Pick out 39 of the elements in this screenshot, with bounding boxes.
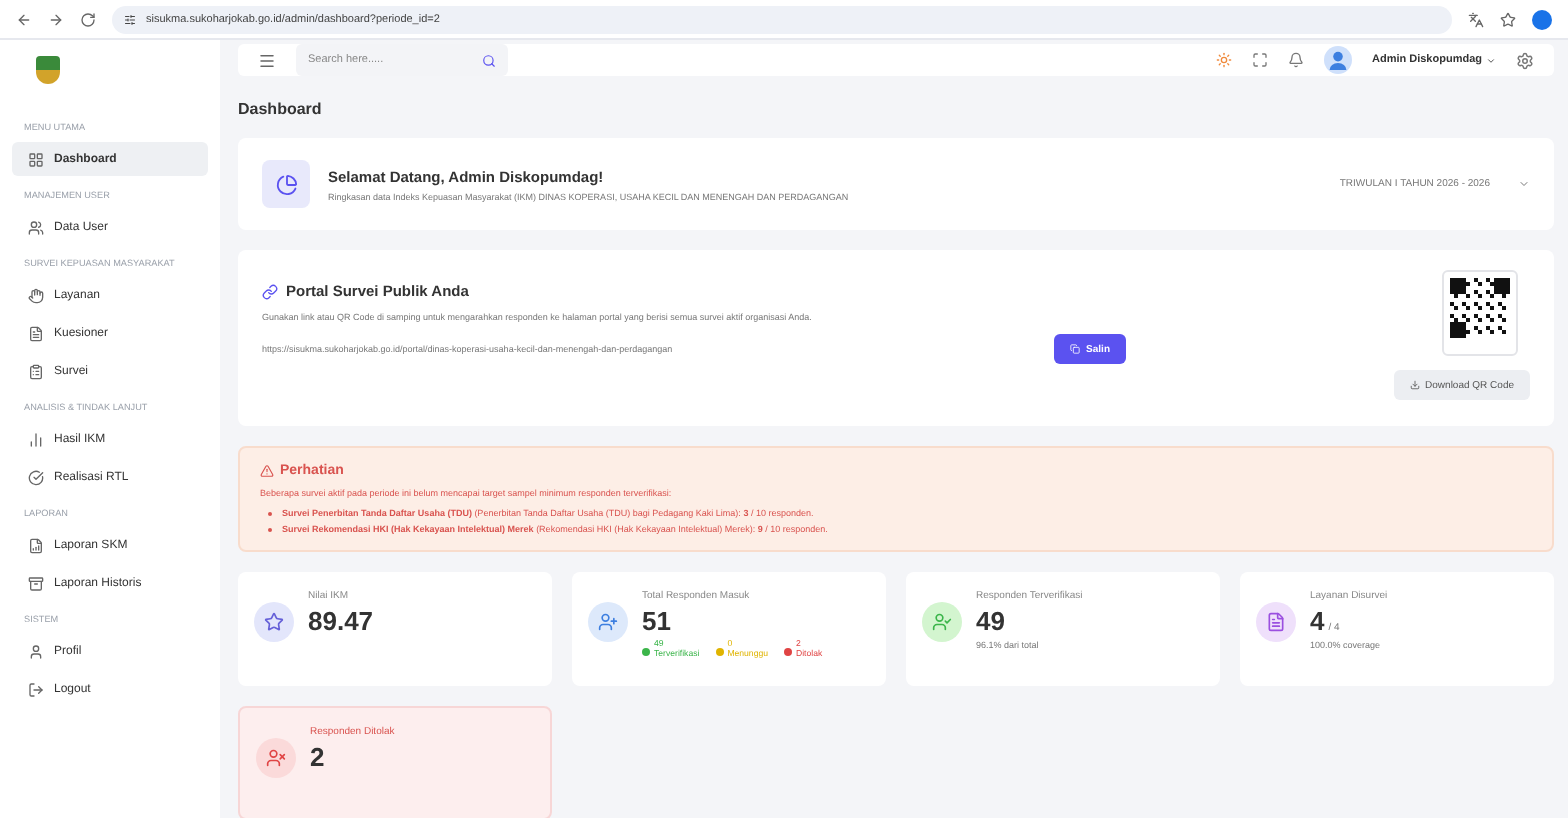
forward-icon[interactable]: [48, 11, 64, 27]
page-title: Dashboard: [238, 100, 324, 118]
clipboard-icon: [28, 363, 44, 379]
chart-pie-icon: [262, 160, 310, 208]
menu-icon[interactable]: [258, 51, 276, 69]
download-icon: [1409, 380, 1420, 390]
settings-icon[interactable]: [1516, 51, 1534, 69]
logout-icon: [28, 681, 44, 697]
search-icon[interactable]: [482, 53, 496, 67]
avatar-icon[interactable]: [1323, 46, 1352, 74]
caret-icon: [1486, 55, 1496, 65]
stat-value: 49: [976, 606, 1005, 636]
link-icon: [262, 283, 278, 299]
stat-value: 89.47: [308, 606, 374, 636]
stat-value: 2: [310, 742, 325, 772]
stat-value: 51: [642, 606, 671, 636]
back-icon[interactable]: [16, 11, 32, 27]
archive-icon: [28, 575, 44, 591]
reload-icon[interactable]: [80, 11, 96, 27]
copy-icon: [1070, 344, 1081, 354]
fullscreen-icon[interactable]: [1251, 52, 1268, 68]
translate-icon[interactable]: [1468, 11, 1484, 27]
hand-icon: [28, 287, 44, 303]
stat-value: 4: [1310, 606, 1325, 636]
logo-icon: [36, 56, 60, 84]
document-icon: [28, 325, 44, 341]
profile-icon[interactable]: [1532, 9, 1552, 29]
user-icon: [28, 643, 44, 659]
grid-icon: [28, 151, 44, 167]
users-icon: [28, 219, 44, 235]
report-icon: [28, 537, 44, 553]
warning-icon: [260, 464, 274, 478]
bar-chart-icon: [28, 431, 44, 447]
notification-icon[interactable]: [1287, 52, 1304, 68]
qr-code-icon: [1450, 278, 1510, 338]
bookmark-icon[interactable]: [1500, 11, 1516, 27]
check-circle-icon: [28, 469, 44, 485]
site-settings-icon[interactable]: [124, 13, 136, 25]
caret-icon: [1518, 178, 1530, 190]
